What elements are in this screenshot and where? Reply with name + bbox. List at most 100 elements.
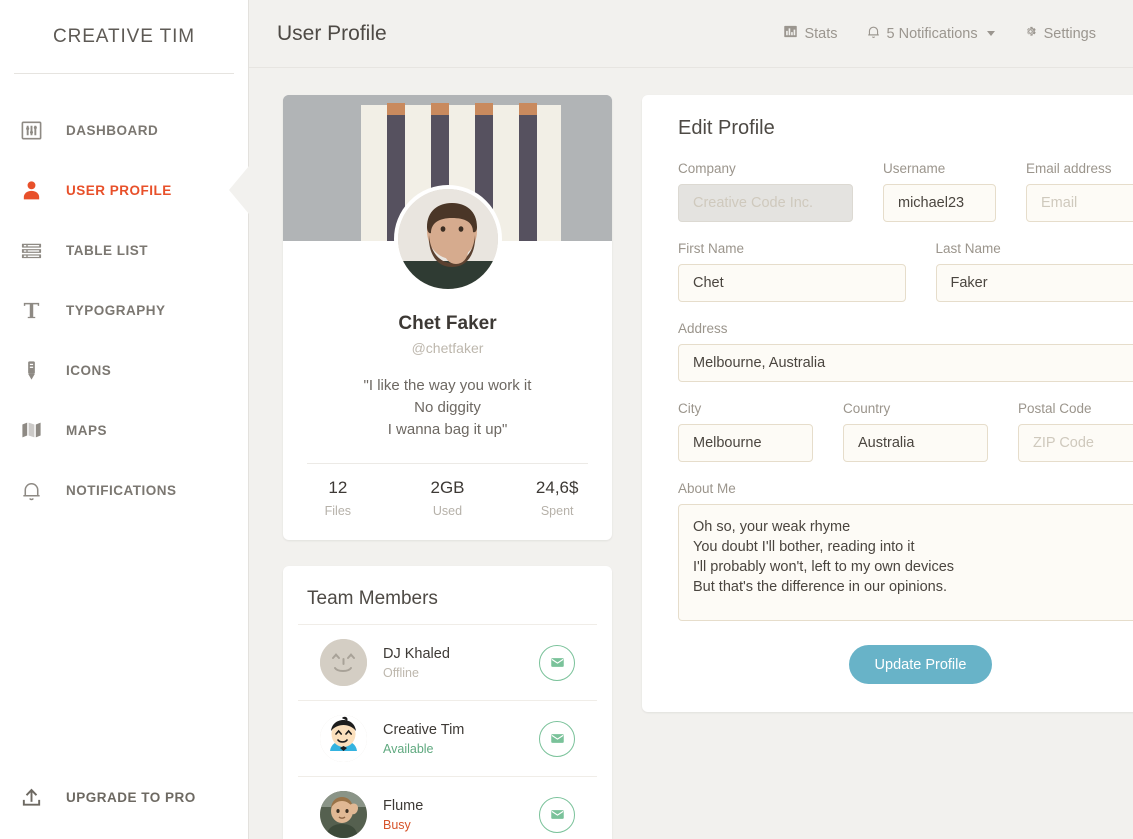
profile-quote: "I like the way you work it No diggity I… xyxy=(307,375,588,463)
brand-divider xyxy=(14,73,234,74)
topbar-nav: Stats 5 Notifications xyxy=(783,24,1096,43)
about-me-textarea[interactable]: Oh so, your weak rhyme You doubt I'll bo… xyxy=(678,504,1133,621)
sidebar-item-label: DASHBOARD xyxy=(66,123,158,138)
cartoon-avatar xyxy=(320,715,367,762)
quote-line: No diggity xyxy=(307,397,588,419)
team-members-card: Team Members DJ Khaled xyxy=(283,566,612,839)
status-badge: Available xyxy=(383,742,539,756)
upgrade-to-pro-button[interactable]: UPGRADE TO PRO xyxy=(0,767,248,827)
username-field-group: Username xyxy=(883,161,996,222)
member-name: DJ Khaled xyxy=(383,646,539,662)
stat-label: Files xyxy=(283,504,393,518)
postal-code-input[interactable] xyxy=(1018,424,1133,462)
profile-handle: @chetfaker xyxy=(307,340,588,356)
country-input[interactable] xyxy=(843,424,988,462)
stat-value: 24,6$ xyxy=(502,478,612,498)
stat-label: Used xyxy=(393,504,503,518)
update-profile-button[interactable]: Update Profile xyxy=(849,645,993,684)
chevron-down-icon xyxy=(987,31,995,36)
form-row-3: Address xyxy=(678,321,1133,382)
team-members-title: Team Members xyxy=(283,566,612,624)
profile-card: Chet Faker @chetfaker "I like the way yo… xyxy=(283,95,612,540)
sidebar: CREATIVE TIM DASHBOARD xyxy=(0,0,249,839)
first-name-field-group: First Name xyxy=(678,241,906,302)
username-label: Username xyxy=(883,161,996,176)
sidebar-item-user-profile[interactable]: USER PROFILE xyxy=(0,160,248,220)
profile-body: Chet Faker @chetfaker "I like the way yo… xyxy=(283,293,612,463)
postal-code-field-group: Postal Code xyxy=(1018,401,1133,462)
last-name-input[interactable] xyxy=(936,264,1133,302)
bell-icon xyxy=(866,24,881,43)
company-field-group: Company xyxy=(678,161,853,222)
sidebar-item-maps[interactable]: MAPS xyxy=(0,400,248,460)
city-label: City xyxy=(678,401,813,416)
topnav-settings[interactable]: Settings xyxy=(1023,24,1096,43)
bell-icon xyxy=(20,479,54,502)
list-item[interactable]: Creative Tim Available xyxy=(298,700,597,776)
mail-icon[interactable] xyxy=(539,721,575,757)
smiley-avatar xyxy=(320,639,367,686)
about-me-field-group: About Me Oh so, your weak rhyme You doub… xyxy=(678,481,1133,621)
stat-value: 2GB xyxy=(393,478,503,498)
first-name-label: First Name xyxy=(678,241,906,256)
brand-logo[interactable]: CREATIVE TIM xyxy=(0,0,248,73)
left-column: Chet Faker @chetfaker "I like the way yo… xyxy=(283,95,612,839)
country-label: Country xyxy=(843,401,988,416)
mail-icon[interactable] xyxy=(539,797,575,833)
topbar: User Profile Stats xyxy=(249,0,1133,68)
username-input[interactable] xyxy=(883,184,996,222)
last-name-field-group: Last Name xyxy=(936,241,1133,302)
stat-spent: 24,6$ Spent xyxy=(502,478,612,518)
topnav-notifications[interactable]: 5 Notifications xyxy=(866,24,995,43)
address-field-group: Address xyxy=(678,321,1133,382)
email-field[interactable] xyxy=(1026,184,1133,222)
user-icon xyxy=(20,179,54,202)
sidebar-item-label: USER PROFILE xyxy=(66,183,172,198)
quote-line: "I like the way you work it xyxy=(307,375,588,397)
topnav-stats[interactable]: Stats xyxy=(783,24,837,43)
avatar-container xyxy=(283,185,612,293)
first-name-input[interactable] xyxy=(678,264,906,302)
sidebar-nav: DASHBOARD USER PROFILE xyxy=(0,100,248,767)
company-input xyxy=(678,184,853,222)
list-item[interactable]: DJ Khaled Offline xyxy=(298,624,597,700)
app-root: CREATIVE TIM DASHBOARD xyxy=(0,0,1133,839)
content-area: Chet Faker @chetfaker "I like the way yo… xyxy=(249,68,1133,839)
avatar[interactable] xyxy=(394,185,502,293)
city-field-group: City xyxy=(678,401,813,462)
sidebar-item-label: ICONS xyxy=(66,363,111,378)
status-badge: Busy xyxy=(383,818,539,832)
edit-profile-title: Edit Profile xyxy=(678,117,1133,140)
sidebar-item-label: TYPOGRAPHY xyxy=(66,303,166,318)
company-label: Company xyxy=(678,161,853,176)
form-row-5: About Me Oh so, your weak rhyme You doub… xyxy=(678,481,1133,621)
stat-used: 2GB Used xyxy=(393,478,503,518)
member-info: DJ Khaled Offline xyxy=(383,646,539,680)
sidebar-item-icons[interactable]: ICONS xyxy=(0,340,248,400)
upgrade-label: UPGRADE TO PRO xyxy=(66,790,196,805)
gear-icon xyxy=(1023,24,1038,43)
upload-icon xyxy=(20,786,54,809)
typography-icon xyxy=(20,299,54,322)
mail-icon[interactable] xyxy=(539,645,575,681)
list-item[interactable]: Flume Busy xyxy=(298,776,597,839)
profile-name: Chet Faker xyxy=(307,313,588,335)
right-column: Edit Profile Company Username Email addr… xyxy=(642,95,1133,839)
address-input[interactable] xyxy=(678,344,1133,382)
city-input[interactable] xyxy=(678,424,813,462)
submit-row: Update Profile xyxy=(678,645,1133,684)
edit-profile-card: Edit Profile Company Username Email addr… xyxy=(642,95,1133,712)
status-badge: Offline xyxy=(383,666,539,680)
stat-files: 12 Files xyxy=(283,478,393,518)
table-icon xyxy=(20,239,54,262)
member-info: Creative Tim Available xyxy=(383,722,539,756)
sidebar-item-dashboard[interactable]: DASHBOARD xyxy=(0,100,248,160)
sidebar-item-typography[interactable]: TYPOGRAPHY xyxy=(0,280,248,340)
sidebar-item-table-list[interactable]: TABLE LIST xyxy=(0,220,248,280)
address-label: Address xyxy=(678,321,1133,336)
active-indicator-arrow xyxy=(229,166,249,214)
sidebar-item-notifications[interactable]: NOTIFICATIONS xyxy=(0,460,248,520)
postal-code-label: Postal Code xyxy=(1018,401,1133,416)
dashboard-icon xyxy=(20,119,54,142)
email-field-group: Email address xyxy=(1026,161,1133,222)
